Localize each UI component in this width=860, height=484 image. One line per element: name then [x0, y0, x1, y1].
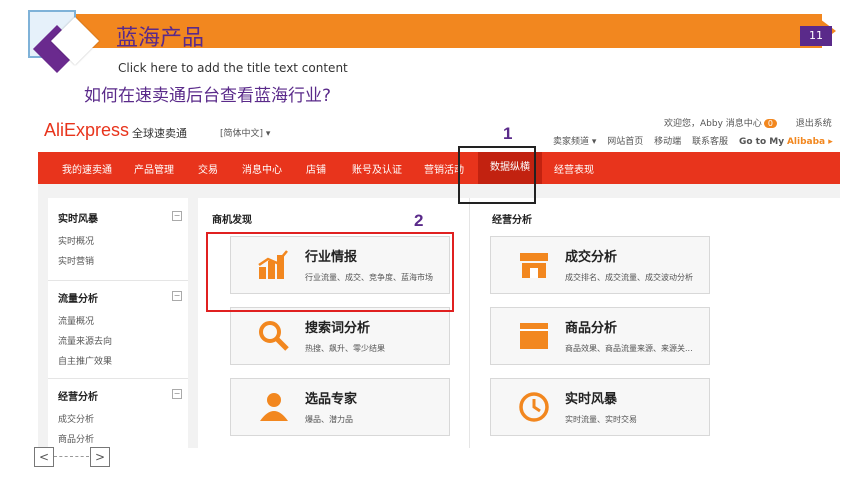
- top-link-mobile[interactable]: 移动端: [654, 137, 681, 147]
- language-select[interactable]: [简体中文] ▾: [220, 126, 270, 139]
- logout-link[interactable]: 退出系统: [796, 119, 832, 129]
- nav-my-aliexpress[interactable]: 我的速卖通: [62, 161, 112, 176]
- nav-product-management[interactable]: 产品管理: [134, 161, 174, 176]
- card-product-analysis[interactable]: 商品分析 商品效果、商品流量来源、来源关...: [490, 307, 710, 365]
- sidebar-item-product-analysis[interactable]: 商品分析: [58, 432, 94, 445]
- shop-icon: [520, 253, 548, 278]
- box-icon: [520, 323, 548, 349]
- top-link-my-alibaba[interactable]: Go to My Alibaba ▸: [739, 137, 833, 147]
- sidebar-section-traffic[interactable]: 流量分析: [58, 290, 98, 305]
- main-nav: 我的速卖通 产品管理 交易 消息中心 店铺 账号及认证 营销活动 数据纵横 经营…: [38, 152, 840, 184]
- sidebar-item-realtime-marketing[interactable]: 实时营销: [58, 254, 94, 267]
- message-badge: 0: [763, 119, 777, 128]
- previous-slide-button[interactable]: <: [34, 447, 54, 467]
- card-desc: 热搜、飙升、零少结果: [305, 344, 385, 353]
- top-link-goto: Go to My: [738, 137, 785, 147]
- nav-account[interactable]: 账号及认证: [352, 161, 402, 176]
- nav-trade[interactable]: 交易: [198, 161, 218, 176]
- card-desc: 爆品、潜力品: [305, 415, 353, 424]
- site-header: AliExpress 全球速卖通 [简体中文] ▾ 欢迎您，Abby 消息中心 0…: [38, 106, 840, 152]
- sidebar-item-realtime-overview[interactable]: 实时概况: [58, 234, 94, 247]
- clock-icon: [519, 392, 549, 422]
- logo-subtitle: 全球速卖通: [132, 127, 187, 140]
- card-product-expert[interactable]: 选品专家 爆品、潜力品: [230, 378, 450, 436]
- card-desc: 商品效果、商品流量来源、来源关...: [565, 344, 693, 353]
- slide-subtitle[interactable]: Click here to add the title text content: [118, 61, 348, 75]
- step-number-2: 2: [414, 211, 424, 230]
- card-title: 选品专家: [305, 392, 358, 407]
- top-link-seller-channel[interactable]: 卖家频道 ▾: [553, 137, 596, 147]
- top-link-home[interactable]: 网站首页: [607, 137, 643, 147]
- card-search-term-analysis[interactable]: 搜索词分析 热搜、飙升、零少结果: [230, 307, 450, 365]
- magnifier-icon: [259, 321, 289, 351]
- message-center-link[interactable]: 消息中心: [726, 119, 762, 129]
- person-icon: [260, 393, 288, 421]
- card-desc: 实时流量、实时交易: [565, 415, 637, 424]
- nav-message-center[interactable]: 消息中心: [242, 161, 282, 176]
- card-title: 商品分析: [565, 321, 618, 336]
- sidebar-section-business[interactable]: 经营分析: [58, 388, 98, 403]
- sidebar-section-realtime[interactable]: 实时风暴: [58, 210, 98, 225]
- column-heading-business: 经营分析: [492, 215, 532, 226]
- welcome-bar: 欢迎您，Abby 消息中心 0 退出系统: [664, 116, 832, 129]
- column-heading-opportunity: 商机发现: [212, 215, 252, 226]
- aliexpress-logo[interactable]: AliExpress: [44, 120, 129, 141]
- collapse-icon[interactable]: −: [172, 291, 182, 301]
- top-link-service[interactable]: 联系客服: [692, 137, 728, 147]
- column-divider: [469, 198, 470, 448]
- card-realtime-storm[interactable]: 实时风暴 实时流量、实时交易: [490, 378, 710, 436]
- card-title: 搜索词分析: [305, 321, 371, 336]
- card-title: 成交分析: [565, 250, 618, 265]
- collapse-icon[interactable]: −: [172, 389, 182, 399]
- slide-title: 蓝海产品: [116, 26, 205, 51]
- sidebar-item-deal-analysis[interactable]: 成交分析: [58, 412, 94, 425]
- slide-nav-line: [54, 456, 89, 457]
- sidebar-item-traffic-overview[interactable]: 流量概况: [58, 314, 94, 327]
- top-links: 卖家频道 ▾ 网站首页 移动端 联系客服 Go to My Alibaba ▸: [553, 134, 840, 147]
- highlight-box-industry-intel: [206, 232, 454, 312]
- welcome-text: 欢迎您，Abby: [664, 119, 723, 129]
- sidebar-divider: [48, 378, 188, 379]
- slide-question: 如何在速卖通后台查看蓝海行业?: [84, 86, 332, 106]
- page-number: 11: [800, 26, 832, 46]
- sidebar-item-promotion-effect[interactable]: 自主推广效果: [58, 354, 112, 367]
- sidebar-item-traffic-source[interactable]: 流量来源去向: [58, 334, 112, 347]
- card-deal-analysis[interactable]: 成交分析 成交排名、成交流量、成交波动分析: [490, 236, 710, 294]
- next-slide-button[interactable]: >: [90, 447, 110, 467]
- nav-store[interactable]: 店铺: [306, 161, 326, 176]
- card-desc: 成交排名、成交流量、成交波动分析: [565, 273, 693, 282]
- highlight-box-data-analytics: [458, 146, 536, 204]
- card-title: 实时风暴: [565, 392, 618, 407]
- sidebar-divider: [48, 280, 188, 281]
- collapse-icon[interactable]: −: [172, 211, 182, 221]
- step-number-1: 1: [503, 124, 513, 143]
- nav-performance[interactable]: 经营表现: [554, 161, 594, 176]
- top-link-alibaba-brand: Alibaba ▸: [786, 137, 833, 147]
- left-sidebar: 实时风暴 − 实时概况 实时营销 流量分析 − 流量概况 流量来源去向 自主推广…: [48, 198, 188, 448]
